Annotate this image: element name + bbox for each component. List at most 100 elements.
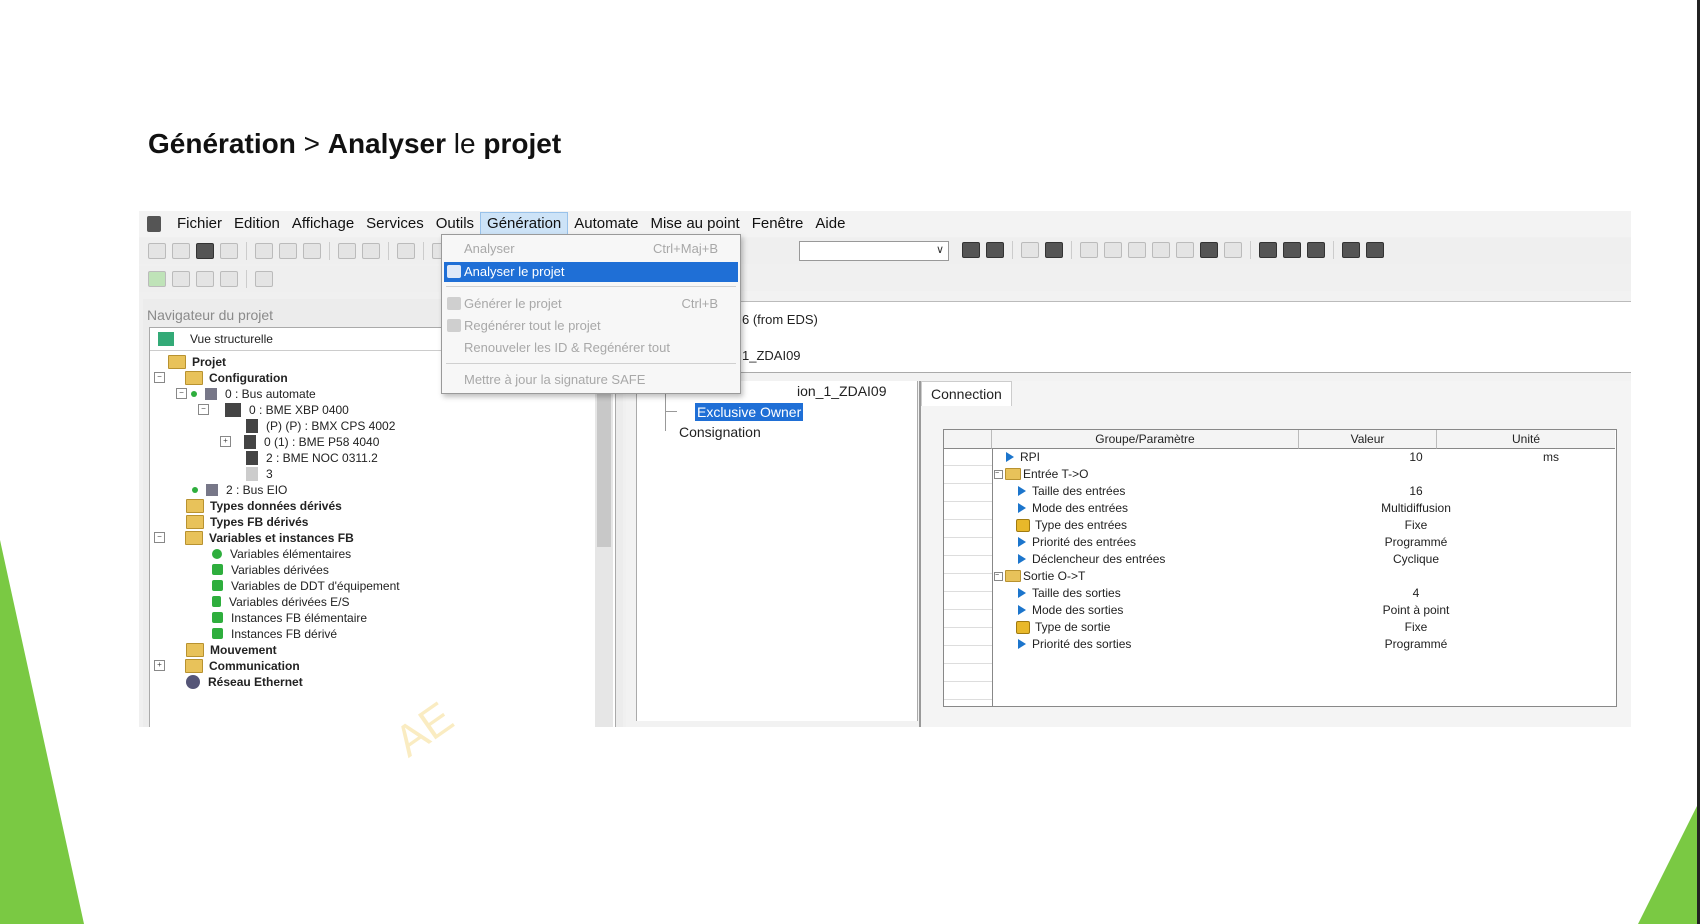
collapse-icon[interactable]: −: [994, 469, 1003, 479]
tree-item-var-ddt[interactable]: Variables de DDT d'équipement: [212, 577, 400, 594]
cut-icon[interactable]: [279, 243, 297, 259]
header-groupe[interactable]: Groupe/Paramètre: [992, 430, 1299, 449]
tree-item-p58[interactable]: +0 (1) : BME P58 4040: [220, 433, 379, 450]
disconnect-icon[interactable]: [986, 242, 1004, 258]
menu-item-regenerer-tout[interactable]: Regénérer tout le projet: [444, 316, 738, 336]
table-row[interactable]: Déclencheur des entrées Cyclique: [992, 550, 1616, 568]
zoom-icon[interactable]: [255, 271, 273, 287]
header-unite[interactable]: Unité: [1437, 430, 1615, 449]
save-icon[interactable]: [196, 243, 214, 259]
transfer-icon[interactable]: [1021, 242, 1039, 258]
tab-connection[interactable]: Connection: [921, 381, 1012, 406]
expand-icon[interactable]: +: [154, 660, 165, 671]
table-row[interactable]: Taille des sorties 4: [992, 584, 1616, 602]
menu-aide[interactable]: Aide: [809, 213, 851, 235]
expand-icon[interactable]: +: [220, 436, 231, 447]
tree-item-device[interactable]: ion_1_ZDAI09: [797, 383, 887, 399]
menu-item-analyser[interactable]: Analyser Ctrl+Maj+B: [444, 239, 738, 259]
tree-item-noc[interactable]: 2 : BME NOC 0311.2: [246, 449, 378, 466]
screen-icon[interactable]: [1224, 242, 1242, 258]
menu-services[interactable]: Services: [360, 213, 430, 235]
menu-fenetre[interactable]: Fenêtre: [746, 213, 810, 235]
tree-item-var-der[interactable]: Variables dérivées: [212, 561, 329, 578]
redo-icon[interactable]: [362, 243, 380, 259]
table-row[interactable]: Priorité des entrées Programmé: [992, 533, 1616, 551]
animation-icon[interactable]: [1176, 242, 1194, 258]
tree-item-fb-elem[interactable]: Instances FB élémentaire: [212, 609, 367, 626]
tile-horizontal-icon[interactable]: [1283, 242, 1301, 258]
stop-icon[interactable]: [1104, 242, 1122, 258]
run-icon[interactable]: [1080, 242, 1098, 258]
tree-item-exclusive-owner[interactable]: Exclusive Owner: [695, 403, 804, 421]
collapse-icon[interactable]: [220, 271, 238, 287]
tree-item-variables[interactable]: − Variables et instances FB: [154, 529, 354, 546]
menu-generation[interactable]: Génération: [480, 212, 569, 236]
tree-item-types-donnees[interactable]: Types données dérivés: [186, 497, 342, 514]
tree-item-var-es[interactable]: Variables dérivées E/S: [212, 593, 350, 610]
menu-item-mettre-a-jour[interactable]: Mettre à jour la signature SAFE: [444, 370, 738, 390]
monitor-icon[interactable]: [1045, 242, 1063, 258]
new-file-icon[interactable]: [148, 243, 166, 259]
tree-item-bus-automate[interactable]: −0 : Bus automate: [176, 385, 316, 402]
table-row[interactable]: Mode des sorties Point à point: [992, 601, 1616, 619]
print-icon[interactable]: [220, 243, 238, 259]
tree-item-fb-der[interactable]: Instances FB dérivé: [212, 625, 337, 642]
paste-icon[interactable]: [303, 243, 321, 259]
tree-item-bus-eio[interactable]: 2 : Bus EIO: [192, 481, 287, 498]
menu-item-generer-projet[interactable]: Générer le projet Ctrl+B: [444, 294, 738, 314]
table-row[interactable]: Mode des entrées Multidiffusion: [992, 499, 1616, 517]
menu-item-analyser-projet[interactable]: Analyser le projet: [444, 262, 738, 282]
toolbar-combo[interactable]: ∨: [799, 241, 949, 261]
help-icon[interactable]: [1342, 242, 1360, 258]
table-row[interactable]: − Sortie O->T: [992, 567, 1616, 585]
collapse-icon[interactable]: −: [994, 571, 1003, 581]
tree-item-projet[interactable]: Projet: [168, 353, 226, 370]
open-file-icon[interactable]: [172, 243, 190, 259]
tree-item-configuration[interactable]: − Configuration: [154, 369, 288, 386]
tree-item-cps[interactable]: (P) (P) : BMX CPS 4002: [246, 417, 395, 434]
table-row[interactable]: Type des entrées Fixe: [992, 516, 1616, 534]
folder-icon: [186, 514, 204, 529]
collapse-icon[interactable]: −: [154, 372, 165, 383]
undo-icon[interactable]: [338, 243, 356, 259]
collapse-icon[interactable]: −: [154, 532, 165, 543]
collapse-icon[interactable]: −: [198, 404, 209, 415]
collapse-icon[interactable]: −: [176, 388, 187, 399]
menu-outils[interactable]: Outils: [430, 213, 480, 235]
structural-view-icon[interactable]: [148, 271, 166, 287]
menu-fichier[interactable]: Fichier: [171, 213, 228, 235]
tree-item-slot3[interactable]: 3: [246, 465, 273, 482]
table-row[interactable]: Taille des entrées 16: [992, 482, 1616, 500]
tile-vertical-icon[interactable]: [1307, 242, 1325, 258]
init-icon[interactable]: [1128, 242, 1146, 258]
tree-item-mouvement[interactable]: Mouvement: [186, 641, 277, 658]
tree-item-types-fb[interactable]: Types FB dérivés: [186, 513, 308, 530]
menu-affichage[interactable]: Affichage: [286, 213, 360, 235]
menu-item-renouveler[interactable]: Renouveler les ID & Regénérer tout: [444, 338, 738, 358]
table-row[interactable]: Type de sortie Fixe: [992, 618, 1616, 636]
debug-icon[interactable]: [1152, 242, 1170, 258]
tree-item-consignation[interactable]: Consignation: [679, 424, 761, 440]
expand-icon[interactable]: [196, 271, 214, 287]
menu-edition[interactable]: Edition: [228, 213, 286, 235]
connect-icon[interactable]: [962, 242, 980, 258]
menu-automate[interactable]: Automate: [568, 213, 644, 235]
menu-bar: Fichier Edition Affichage Services Outil…: [139, 211, 1631, 237]
table-row[interactable]: − Entrée T->O: [992, 465, 1616, 483]
lock-icon: [1016, 518, 1030, 532]
validate-icon[interactable]: [397, 243, 415, 259]
context-help-icon[interactable]: [1366, 242, 1384, 258]
table-icon[interactable]: [1200, 242, 1218, 258]
copy-icon[interactable]: [255, 243, 273, 259]
table-row[interactable]: Priorité des sorties Programmé: [992, 635, 1616, 653]
tree-item-var-elem[interactable]: Variables élémentaires: [212, 545, 351, 562]
menu-mise-au-point[interactable]: Mise au point: [644, 213, 745, 235]
table-row[interactable]: RPI 10 ms: [992, 448, 1616, 466]
tree-item-xbp[interactable]: −0 : BME XBP 0400: [198, 401, 349, 418]
tree-item-reseau[interactable]: Réseau Ethernet: [186, 673, 303, 690]
fb-icon: [212, 612, 223, 623]
functional-view-icon[interactable]: [172, 271, 190, 287]
header-valeur[interactable]: Valeur: [1299, 430, 1437, 449]
tree-item-communication[interactable]: + Communication: [154, 657, 300, 674]
cascade-icon[interactable]: [1259, 242, 1277, 258]
